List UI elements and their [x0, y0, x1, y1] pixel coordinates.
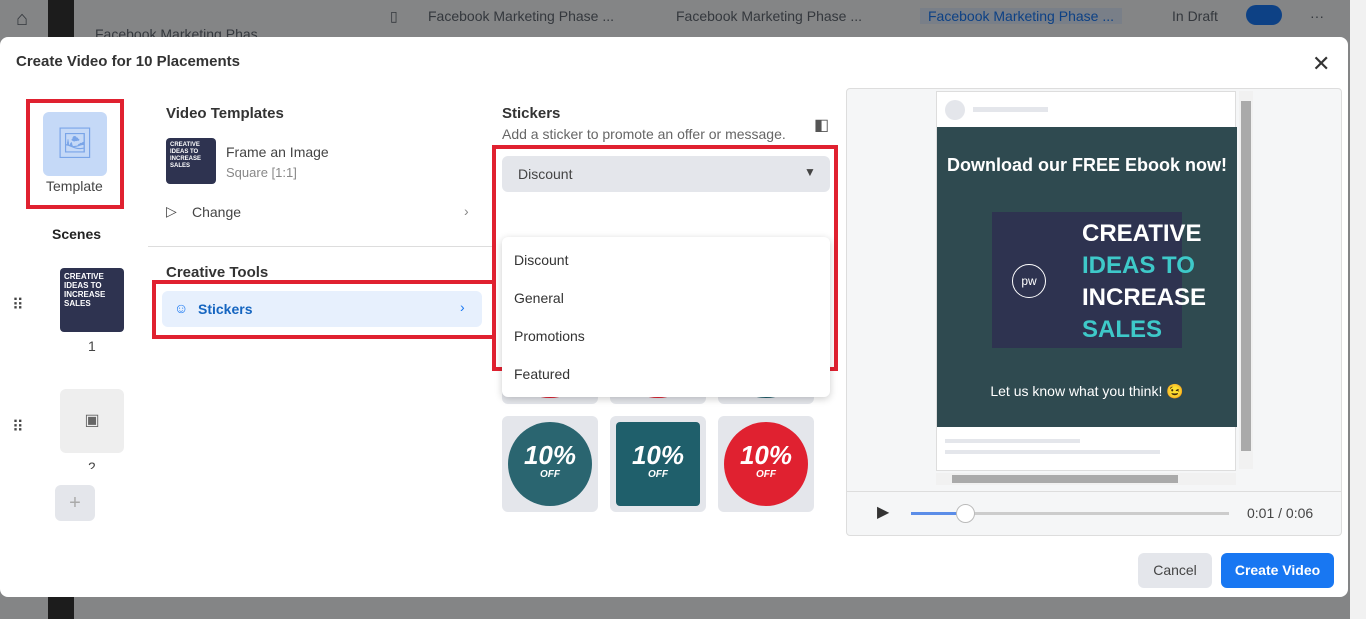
template-label: Template	[46, 178, 103, 194]
add-scene-button[interactable]: +	[55, 485, 95, 521]
sticker-category-select[interactable]: Discount ▼	[502, 156, 830, 192]
drag-handle-icon[interactable]: ⠿	[12, 417, 24, 437]
preview-vscrollbar[interactable]	[1239, 91, 1253, 469]
template-image-icon[interactable]: 🖼	[43, 112, 107, 176]
stickers-heading: Stickers	[502, 105, 561, 122]
collapse-panel-icon[interactable]: ◧	[814, 115, 829, 135]
sticker-item[interactable]: 10% OFF	[718, 416, 814, 512]
creative-tools-heading: Creative Tools	[166, 264, 269, 281]
change-template-button[interactable]: ▷ Change ›	[166, 203, 476, 225]
avatar	[945, 100, 965, 120]
caret-down-icon: ▼	[804, 165, 816, 179]
time-readout: 0:01 / 0:06	[1247, 505, 1314, 521]
video-templates-heading: Video Templates	[166, 105, 284, 122]
scene-2-number: 2	[88, 459, 96, 469]
sticker-item[interactable]: 10% OFF	[610, 416, 706, 512]
selected-category: Discount	[518, 166, 573, 182]
video-frame: Download our FREE Ebook now! pw CREATIVE…	[937, 127, 1237, 427]
option-discount[interactable]: Discount	[502, 237, 830, 275]
template-thumbnail: CREATIVE IDEAS TO INCREASE SALES	[166, 138, 216, 184]
close-icon[interactable]: ✕	[1312, 51, 1330, 77]
drag-handle-icon[interactable]: ⠿	[12, 295, 24, 315]
stickers-tool-button[interactable]: ☺ Stickers ›	[162, 291, 482, 327]
preview-caption: Let us know what you think! 😉	[990, 383, 1184, 399]
create-video-dialog: Create Video for 10 Placements ✕ 🖼 Templ…	[0, 37, 1348, 597]
category-dropdown-menu: Discount General Promotions Featured	[502, 237, 830, 397]
preview-headline: Download our FREE Ebook now!	[947, 155, 1227, 175]
template-format: Square [1:1]	[226, 165, 297, 180]
option-featured[interactable]: Featured	[502, 351, 830, 389]
play-icon[interactable]: ▶	[877, 502, 889, 522]
cancel-button[interactable]: Cancel	[1138, 553, 1212, 588]
create-video-button[interactable]: Create Video	[1221, 553, 1334, 588]
scene-1-number: 1	[88, 338, 96, 354]
change-label: Change	[192, 204, 242, 220]
template-name: Frame an Image	[226, 144, 329, 160]
placeholder-line	[945, 439, 1080, 443]
dialog-title: Create Video for 10 Placements	[16, 53, 240, 70]
preview-panel: Download our FREE Ebook now! pw CREATIVE…	[846, 88, 1342, 536]
divider	[148, 246, 492, 247]
divider	[847, 491, 1341, 492]
seek-handle[interactable]	[956, 504, 976, 523]
chevron-right-icon: ›	[464, 203, 469, 219]
page-scrollbar[interactable]	[1350, 0, 1366, 619]
stickers-subtitle: Add a sticker to promote an offer or mes…	[502, 126, 786, 142]
placeholder-line	[945, 450, 1160, 454]
scenes-label: Scenes	[52, 226, 102, 242]
scene-1-thumbnail[interactable]: CREATIVE IDEAS TO INCREASE SALES	[60, 268, 124, 332]
image-text: CREATIVE IDEAS TO INCREASE SALES	[1082, 220, 1207, 343]
placeholder-line	[973, 107, 1048, 112]
sticker-badge: 10% OFF	[724, 422, 808, 506]
option-promotions[interactable]: Promotions	[502, 313, 830, 351]
scene-2-image-icon[interactable]: ▣	[60, 389, 124, 453]
sticker-item[interactable]: 10% OFF	[502, 416, 598, 512]
preview-image: pw CREATIVE IDEAS TO INCREASE SALES	[992, 212, 1206, 348]
sticker-badge: 10% OFF	[616, 422, 700, 506]
sticker-badge: 10% OFF	[508, 422, 592, 506]
chevron-right-icon: ›	[460, 299, 465, 315]
option-general[interactable]: General	[502, 275, 830, 313]
logo: pw	[1012, 264, 1046, 298]
stickers-label: Stickers	[198, 301, 253, 317]
preview-hscrollbar[interactable]	[936, 473, 1236, 485]
video-icon: ▷	[166, 203, 177, 219]
post-preview: Download our FREE Ebook now! pw CREATIVE…	[936, 91, 1237, 471]
sticker-icon: ☺	[174, 300, 189, 316]
seek-bar[interactable]	[911, 504, 1229, 523]
